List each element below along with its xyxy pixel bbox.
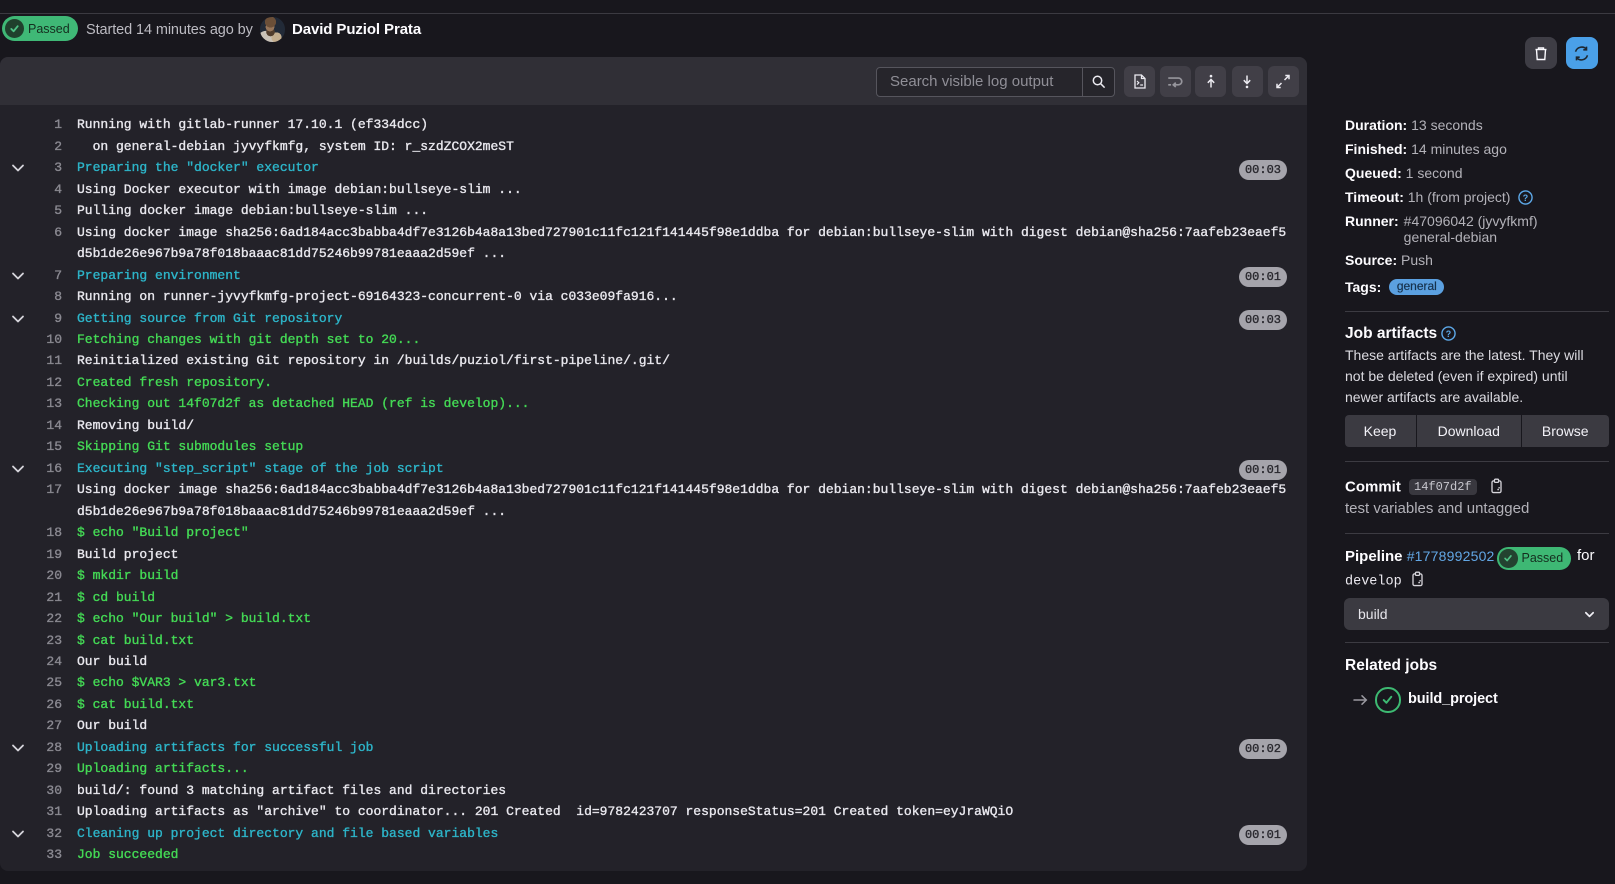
svg-text:?: ? [1523,193,1528,203]
svg-text:?: ? [1446,329,1451,339]
